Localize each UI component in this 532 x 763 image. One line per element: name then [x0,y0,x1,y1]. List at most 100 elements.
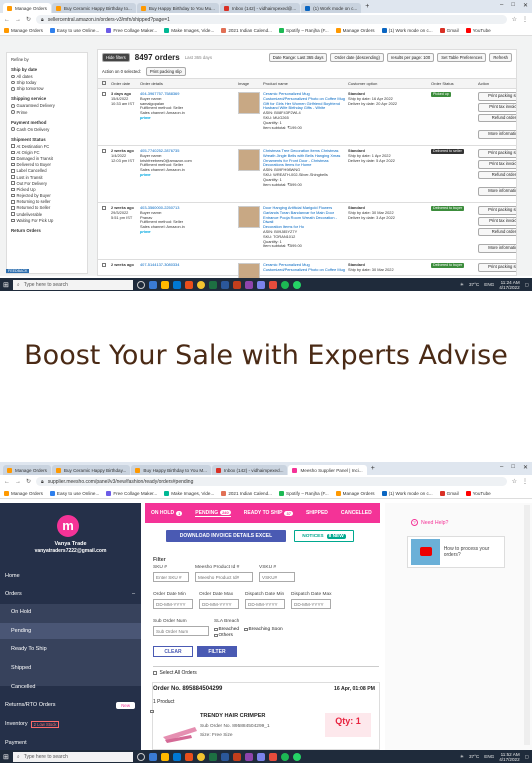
checkbox[interactable] [11,150,15,154]
chrome-icon[interactable] [196,752,205,761]
back-icon[interactable]: ← [4,479,10,485]
bookmark[interactable]: 2021 Indian Calend... [221,28,272,33]
row-checkbox[interactable] [102,263,106,267]
sidebar-item-orders[interactable]: Orders – [5,591,135,597]
maximize-icon[interactable]: □ [511,2,515,9]
bookmark[interactable]: YouTube [465,490,491,496]
notification-icon[interactable]: ▢ [525,282,529,288]
browser-tab[interactable]: Buy Ceramic Happy Birthday to... [51,3,136,13]
filter-input[interactable] [245,599,285,609]
close-icon[interactable]: ✕ [523,2,528,9]
sidebar-item-payment[interactable]: Payment [5,740,27,746]
checkbox[interactable] [11,206,15,210]
notices-button[interactable]: NOTICES 8 NEW [294,530,354,542]
browser-tab[interactable]: Inbox (142) - vidhaimpexed... [211,465,288,475]
forward-icon[interactable]: → [15,479,21,485]
forward-icon[interactable]: → [15,17,21,23]
cortana-icon[interactable] [136,280,145,289]
sidebar-item-returns[interactable]: Returns/RTO Orders New [5,702,135,709]
spotify-icon[interactable] [280,752,289,761]
need-help-link[interactable]: ? Need Help? [411,519,448,526]
radio[interactable] [11,127,15,131]
select-all-orders-checkbox[interactable]: Select All Orders [153,670,197,676]
minimize-icon[interactable]: – [500,2,503,9]
checkbox[interactable] [11,156,15,161]
checkbox[interactable] [11,193,15,198]
action-button[interactable]: Print tax invoice [478,159,516,169]
checkbox[interactable] [11,218,15,223]
feedback-tab[interactable]: FEEDBACK [6,269,30,273]
bookmark[interactable]: Manage Orders [4,28,43,33]
action-button[interactable]: Print packing slip [478,149,516,158]
tab-ready-to-ship[interactable]: READY TO SHIP 37 [244,510,293,516]
filter-option[interactable]: Ship today [11,80,83,85]
whatsapp-icon[interactable] [292,752,301,761]
tab-on-hold[interactable]: ON HOLD 1 [151,510,183,516]
tab-shipped[interactable]: SHIPPED [306,510,328,516]
browser-tab[interactable]: Manage Orders [3,465,51,475]
filter-input[interactable] [291,599,331,609]
app-icon[interactable] [268,280,277,289]
action-button[interactable]: Print packing slip [478,206,516,215]
app-icon[interactable] [184,280,193,289]
bookmark[interactable]: Make Images, Vide... [164,490,214,496]
product-name-line[interactable]: Customized/Personalized Photo on Coffee … [263,267,345,273]
filter-input[interactable] [153,599,193,609]
sidebar-item-ready-to-ship[interactable]: Ready To Ship [11,646,47,652]
language-indicator[interactable]: ENG [484,754,494,759]
action-button[interactable]: Refund order [478,170,516,180]
filter-option[interactable]: Picked Up [11,187,83,192]
bookmark[interactable]: Manage Orders [335,490,375,496]
url-input[interactable]: 🔒︎ sellercentral.amazon.in/orders-v3/mfn/… [36,15,507,24]
reload-icon[interactable]: ↻ [26,478,31,485]
checkbox[interactable] [11,144,15,148]
filter-option[interactable]: Cash On Delivery [11,127,83,132]
more-information-link[interactable]: More information [478,244,516,254]
sidebar-item-home[interactable]: Home [5,573,20,579]
filter-option[interactable]: Delivered to Buyer [11,162,83,167]
date-range-dropdown[interactable]: Date Range: Last 365 days [268,53,328,62]
cortana-icon[interactable] [136,752,145,761]
filter-option[interactable]: Guaranteed Delivery [11,103,83,108]
select-all-checkbox[interactable] [102,81,106,85]
clock[interactable]: 11:24 AM 4/17/2022 [499,280,519,290]
product-thumbnail[interactable] [238,149,260,171]
filter-input[interactable] [199,599,239,609]
filter-input[interactable] [195,572,253,582]
checkbox[interactable] [11,181,15,185]
edge-icon[interactable] [172,280,181,289]
powerpoint-icon[interactable] [232,752,241,761]
radio[interactable] [11,87,15,91]
clear-button[interactable]: CLEAR [153,646,193,657]
filter-option[interactable]: At Destination FC [11,144,83,149]
checkbox[interactable] [11,200,15,204]
windows-start-icon[interactable]: ⊞ [3,281,9,289]
results-per-page-dropdown[interactable]: results per page: 100 [386,53,435,62]
teams-icon[interactable] [256,752,265,761]
bookmark[interactable]: Free Collage Maker... [106,28,157,33]
teams-icon[interactable] [256,280,265,289]
radio[interactable] [11,74,15,79]
sidebar-item-cancelled[interactable]: Cancelled [11,684,35,690]
filter-option[interactable]: Returned to Seller [11,205,83,210]
filter-option[interactable]: Prime [11,110,83,115]
app-icon[interactable] [184,752,193,761]
sidebar-item-inventory[interactable]: Inventory 2 Low Stock [5,721,60,728]
product-thumbnail[interactable] [238,206,260,228]
browser-tab[interactable]: Buy Happy Birthday to You M... [131,465,211,475]
app-icon[interactable] [268,752,277,761]
spotify-icon[interactable] [280,280,289,289]
maximize-icon[interactable]: □ [511,464,515,471]
app-icon[interactable] [244,752,253,761]
radio[interactable] [11,80,15,85]
excel-icon[interactable] [208,752,217,761]
radio[interactable] [11,110,15,114]
url-input[interactable]: 🔒︎ supplier.meesho.com/panel/v3/new/fashi… [36,477,507,486]
row-checkbox[interactable] [102,149,106,153]
bookmark[interactable]: Gmail [439,490,459,496]
sla-breached-checkbox[interactable]: Breached [214,627,239,632]
clock[interactable]: 11:52 AM 4/17/2022 [499,752,519,762]
word-icon[interactable] [220,280,229,289]
star-icon[interactable]: ☆ [512,16,517,23]
browser-tab[interactable]: Inbox (142) - vidhaimpexed@... [219,3,301,13]
